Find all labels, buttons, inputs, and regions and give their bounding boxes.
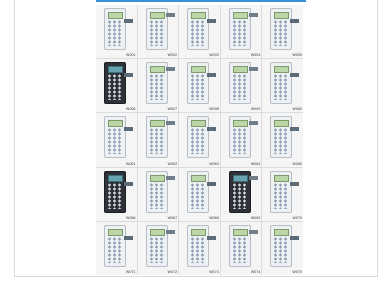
product-code: W001 xyxy=(126,53,136,58)
product-tile[interactable]: W003 xyxy=(179,5,220,59)
membrane-keypad-image xyxy=(187,8,210,50)
product-code: W006 xyxy=(126,107,136,112)
accent-bar xyxy=(96,0,306,2)
product-code: W073 xyxy=(209,270,219,274)
product-code: W065 xyxy=(292,161,302,166)
product-code: W074 xyxy=(250,270,261,274)
product-tile[interactable]: W068 xyxy=(179,167,220,221)
membrane-keypad-image xyxy=(145,224,168,267)
product-code: W066 xyxy=(126,215,136,220)
product-code: W064 xyxy=(250,161,261,166)
product-code: W069 xyxy=(250,215,261,220)
product-code: W072 xyxy=(167,270,178,274)
product-tile[interactable]: W071 xyxy=(96,221,137,275)
product-tile[interactable]: W064 xyxy=(220,113,262,167)
product-tile[interactable]: W065 xyxy=(262,113,303,167)
product-code: W003 xyxy=(209,53,219,58)
product-tile[interactable]: W072 xyxy=(137,221,179,275)
membrane-keypad-image xyxy=(104,170,126,213)
product-tile[interactable]: W004 xyxy=(220,5,262,59)
membrane-keypad-image xyxy=(270,8,293,50)
product-code: W004 xyxy=(250,53,261,58)
membrane-keypad-image xyxy=(104,224,126,267)
membrane-keypad-image xyxy=(228,116,251,159)
product-tile[interactable]: W073 xyxy=(179,221,220,275)
membrane-keypad-image xyxy=(270,116,293,159)
product-code: W071 xyxy=(126,270,136,274)
membrane-keypad-image xyxy=(104,8,126,50)
membrane-keypad-image xyxy=(270,224,293,267)
product-tile[interactable]: W063 xyxy=(179,113,220,167)
product-code: W005 xyxy=(292,53,302,58)
membrane-keypad-image xyxy=(270,62,293,105)
product-tile[interactable]: W069 xyxy=(220,167,262,221)
membrane-keypad-image xyxy=(228,62,251,105)
product-code: W063 xyxy=(209,161,219,166)
membrane-keypad-image xyxy=(145,170,168,213)
product-code: W062 xyxy=(167,161,178,166)
product-code: W007 xyxy=(167,107,178,112)
product-tile[interactable]: W066 xyxy=(96,167,137,221)
product-tile[interactable]: W062 xyxy=(137,113,179,167)
product-code: W009 xyxy=(250,107,261,112)
membrane-keypad-image xyxy=(145,116,168,159)
membrane-keypad-image xyxy=(145,62,168,105)
membrane-keypad-image xyxy=(187,224,210,267)
product-tile[interactable]: W002 xyxy=(137,5,179,59)
product-tile[interactable]: W074 xyxy=(220,221,262,275)
product-tile[interactable]: W075 xyxy=(262,221,303,275)
product-code: W002 xyxy=(167,53,178,58)
product-code: W068 xyxy=(209,215,219,220)
membrane-keypad-image xyxy=(228,224,251,267)
product-code: W075 xyxy=(292,270,302,274)
membrane-keypad-image xyxy=(228,8,251,50)
membrane-keypad-image xyxy=(228,170,251,213)
product-code: W070 xyxy=(292,215,302,220)
product-tile[interactable]: W006 xyxy=(96,59,137,113)
product-tile[interactable]: W061 xyxy=(96,113,137,167)
product-tile[interactable]: W009 xyxy=(220,59,262,113)
membrane-keypad-image xyxy=(187,170,210,213)
membrane-keypad-image xyxy=(104,116,126,159)
membrane-keypad-image xyxy=(104,62,126,105)
product-tile[interactable]: W070 xyxy=(262,167,303,221)
product-tile[interactable]: W067 xyxy=(137,167,179,221)
product-code: W061 xyxy=(126,161,136,166)
product-tile[interactable]: W005 xyxy=(262,5,303,59)
product-code: W060 xyxy=(292,107,302,112)
product-tile[interactable]: W060 xyxy=(262,59,303,113)
membrane-keypad-image xyxy=(187,62,210,105)
product-code: W067 xyxy=(167,215,178,220)
product-tile[interactable]: W001 xyxy=(96,5,137,59)
product-code: W008 xyxy=(209,107,219,112)
membrane-keypad-image xyxy=(145,8,168,50)
product-tile[interactable]: W008 xyxy=(179,59,220,113)
membrane-keypad-image xyxy=(270,170,293,213)
product-grid: W001 W002 W003 W004 W005 W006 W007 W008 … xyxy=(96,5,303,275)
product-tile[interactable]: W007 xyxy=(137,59,179,113)
membrane-keypad-image xyxy=(187,116,210,159)
